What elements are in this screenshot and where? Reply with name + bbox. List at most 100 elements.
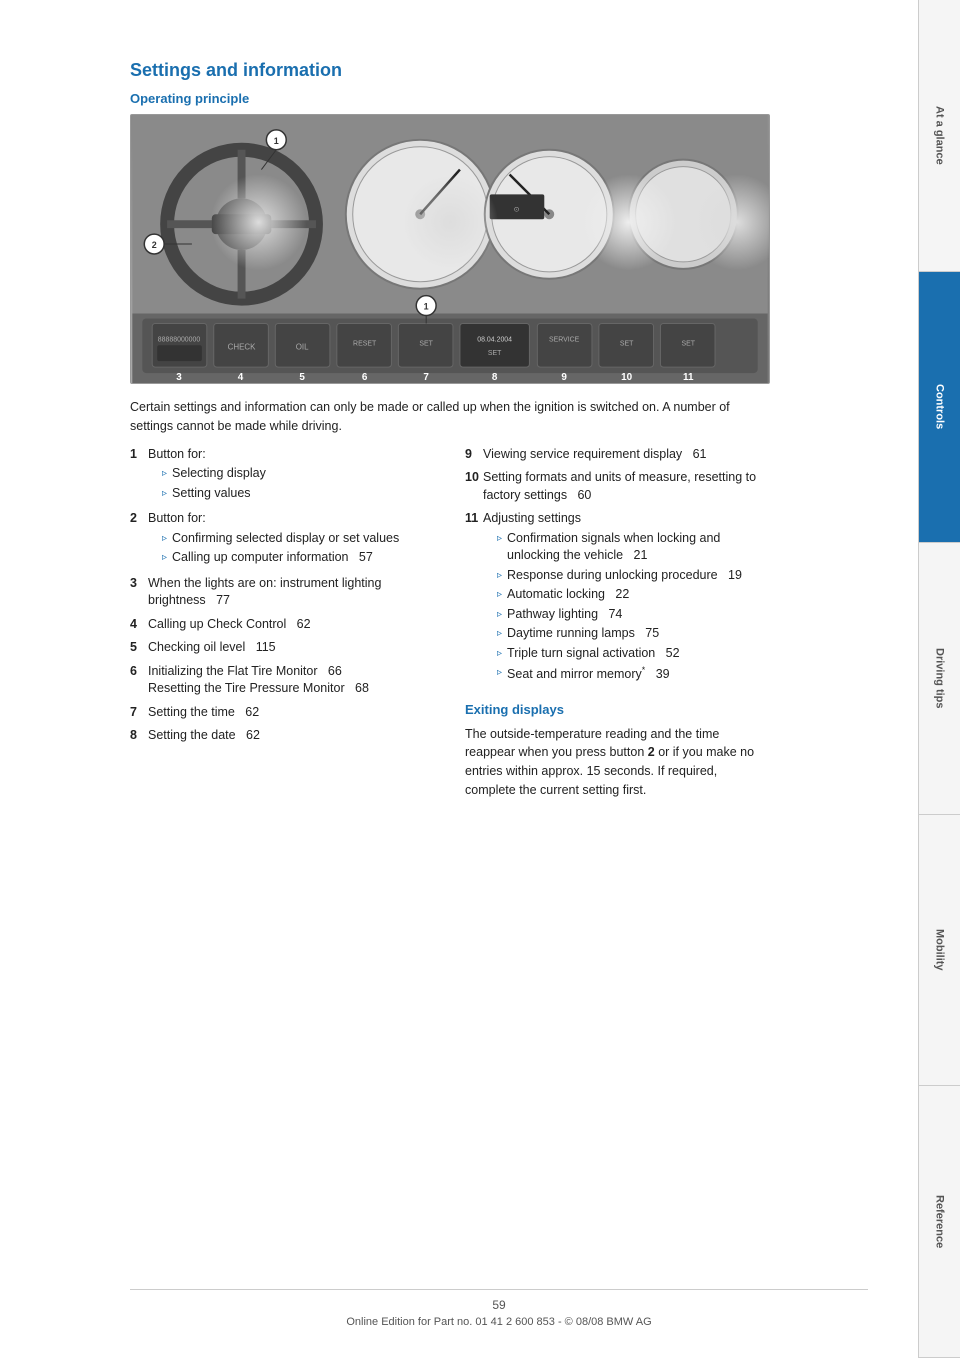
svg-text:OIL: OIL <box>296 342 309 351</box>
bullet-item: ▹ Response during unlocking procedure 19 <box>497 567 770 585</box>
item-number: 4 <box>130 616 148 634</box>
bullet-arrow-icon: ▹ <box>497 588 502 604</box>
list-item-setting-time: 7 Setting the time 62 <box>130 704 435 722</box>
bullet-text: Seat and mirror memory* 39 <box>507 664 670 684</box>
exiting-displays-section: Exiting displays The outside-temperature… <box>465 702 770 800</box>
svg-text:⊙: ⊙ <box>514 206 520 213</box>
list-item: 3 When the lights are on: instrument lig… <box>130 575 435 610</box>
item-number: 5 <box>130 639 148 657</box>
bullet-text: Daytime running lamps 75 <box>507 625 659 643</box>
bullet-item: ▹ Seat and mirror memory* 39 <box>497 664 770 684</box>
item-content: Checking oil level 115 <box>148 639 435 657</box>
bullet-arrow-icon: ▹ <box>497 647 502 663</box>
list-item-setting-date: 8 Setting the date 62 <box>130 727 435 745</box>
exiting-displays-heading: Exiting displays <box>465 702 770 717</box>
sidebar-tab-driving-tips[interactable]: Driving tips <box>919 543 960 815</box>
item-number: 3 <box>130 575 148 610</box>
bullet-text: Pathway lighting 74 <box>507 606 622 624</box>
sidebar-tab-mobility[interactable]: Mobility <box>919 815 960 1087</box>
bullet-item-pathway-lighting: ▹ Pathway lighting 74 <box>497 606 770 624</box>
svg-text:3: 3 <box>176 372 182 383</box>
item-content: Button for: ▹ Confirming selected displa… <box>148 510 435 569</box>
item-number: 1 <box>130 446 148 505</box>
item-number: 9 <box>465 446 483 464</box>
bullet-arrow-icon: ▹ <box>162 532 167 548</box>
list-item: 10 Setting formats and units of measure,… <box>465 469 770 504</box>
sidebar-tab-reference[interactable]: Reference <box>919 1086 960 1358</box>
svg-text:7: 7 <box>423 372 429 383</box>
item-number: 11 <box>465 510 483 686</box>
bullet-arrow-icon: ▹ <box>162 551 167 567</box>
item-content: Setting the time 62 <box>148 704 435 722</box>
bullet-arrow-icon: ▹ <box>497 532 502 565</box>
svg-text:1: 1 <box>274 136 279 146</box>
list-item: 9 Viewing service requirement display 61 <box>465 446 770 464</box>
svg-text:4: 4 <box>238 372 244 383</box>
bullet-item: ▹ Triple turn signal activation 52 <box>497 645 770 663</box>
svg-text:SET: SET <box>488 350 502 357</box>
list-item: 6 Initializing the Flat Tire Monitor 66 … <box>130 663 435 698</box>
right-sidebar: At a glance Controls Driving tips Mobili… <box>918 0 960 1358</box>
bullet-arrow-icon: ▹ <box>497 666 502 684</box>
svg-text:SERVICE: SERVICE <box>549 336 580 343</box>
bullet-arrow-icon: ▹ <box>162 467 167 483</box>
bullet-text: Confirming selected display or set value… <box>172 530 399 548</box>
bullet-item: ▹ Daytime running lamps 75 <box>497 625 770 643</box>
bullet-item-automatic-locking: ▹ Automatic locking 22 <box>497 586 770 604</box>
bullet-arrow-icon: ▹ <box>497 608 502 624</box>
bullet-arrow-icon: ▹ <box>497 627 502 643</box>
item-number: 8 <box>130 727 148 745</box>
bullet-arrow-icon: ▹ <box>497 569 502 585</box>
list-item: 11 Adjusting settings ▹ Confirmation sig… <box>465 510 770 686</box>
svg-text:11: 11 <box>683 372 694 383</box>
svg-text:SET: SET <box>419 340 433 347</box>
svg-text:9: 9 <box>561 372 567 383</box>
item-content: Calling up Check Control 62 <box>148 616 435 634</box>
svg-text:88888000000: 88888000000 <box>158 336 201 343</box>
item-content: Setting formats and units of measure, re… <box>483 469 770 504</box>
bullet-text: Confirmation signals when locking and un… <box>507 530 770 565</box>
list-item: 4 Calling up Check Control 62 <box>130 616 435 634</box>
bullet-text: Calling up computer information 57 <box>172 549 373 567</box>
numbered-list-container: 1 Button for: ▹ Selecting display ▹ Sett… <box>130 446 770 810</box>
sidebar-tab-controls[interactable]: Controls <box>919 272 960 544</box>
svg-text:6: 6 <box>362 372 368 383</box>
item-number: 7 <box>130 704 148 722</box>
svg-text:8: 8 <box>492 372 498 383</box>
item-content: Setting the date 62 <box>148 727 435 745</box>
bullet-text: Automatic locking 22 <box>507 586 629 604</box>
intro-paragraph: Certain settings and information can onl… <box>130 398 770 436</box>
list-item: 1 Button for: ▹ Selecting display ▹ Sett… <box>130 446 435 505</box>
bullet-item: ▹ Setting values <box>162 485 435 503</box>
item-number: 2 <box>130 510 148 569</box>
item-number: 6 <box>130 663 148 698</box>
bullet-text: Response during unlocking procedure 19 <box>507 567 742 585</box>
left-column: 1 Button for: ▹ Selecting display ▹ Sett… <box>130 446 435 810</box>
exiting-paragraph: The outside-temperature reading and the … <box>465 725 770 800</box>
bullet-item: ▹ Selecting display <box>162 465 435 483</box>
svg-text:SET: SET <box>681 340 695 347</box>
list-item: 5 Checking oil level 115 <box>130 639 435 657</box>
bullet-item: ▹ Confirming selected display or set val… <box>162 530 435 548</box>
dashboard-image: 88888000000 CHECK OIL RESET SET 08.04.20… <box>130 114 770 384</box>
operating-principle-heading: Operating principle <box>130 91 868 106</box>
svg-text:08.04.2004: 08.04.2004 <box>477 336 512 343</box>
svg-text:CHECK: CHECK <box>228 342 256 351</box>
svg-text:2: 2 <box>152 240 157 250</box>
svg-text:1: 1 <box>424 302 429 312</box>
right-column: 9 Viewing service requirement display 61… <box>465 446 770 810</box>
item-content: Button for: ▹ Selecting display ▹ Settin… <box>148 446 435 505</box>
svg-text:5: 5 <box>299 372 305 383</box>
sidebar-tab-at-a-glance[interactable]: At a glance <box>919 0 960 272</box>
bullet-text: Selecting display <box>172 465 266 483</box>
item-content: Adjusting settings ▹ Confirmation signal… <box>483 510 770 686</box>
footer: 59 Online Edition for Part no. 01 41 2 6… <box>130 1289 868 1328</box>
list-item: 2 Button for: ▹ Confirming selected disp… <box>130 510 435 569</box>
svg-text:SET: SET <box>620 340 634 347</box>
page-number: 59 <box>130 1298 868 1312</box>
item-number: 10 <box>465 469 483 504</box>
item-content: Initializing the Flat Tire Monitor 66 Re… <box>148 663 435 698</box>
footer-text: Online Edition for Part no. 01 41 2 600 … <box>130 1316 868 1328</box>
bullet-arrow-icon: ▹ <box>162 487 167 503</box>
svg-text:RESET: RESET <box>353 340 377 347</box>
